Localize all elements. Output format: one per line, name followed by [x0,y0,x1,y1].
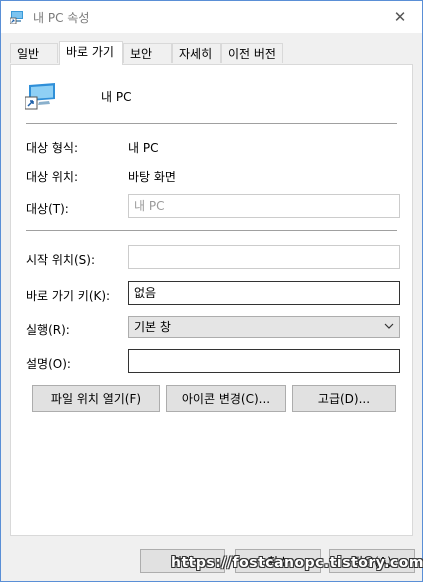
shortcut-name: 내 PC [101,90,132,104]
chevron-down-icon [384,323,394,329]
tab-previous-versions[interactable]: 이전 버전 [221,43,283,63]
title-bar[interactable]: 내 PC 속성 ✕ [1,1,422,33]
advanced-button[interactable]: 고급(D)... [292,385,396,412]
separator-middle [26,230,397,231]
target-type-value: 내 PC [128,141,159,155]
start-in-label: 시작 위치(S): [26,253,95,267]
start-in-field[interactable] [128,245,400,269]
tab-shortcut[interactable]: 바로 가기 [59,41,123,65]
run-label: 실행(R): [26,323,70,337]
tab-security[interactable]: 보안 [123,43,172,63]
target-field[interactable]: 내 PC [128,194,400,218]
pc-shortcut-icon [25,83,55,110]
target-label: 대상(T): [26,202,69,216]
target-type-label: 대상 형식: [26,141,79,155]
shortcut-key-field[interactable]: 없음 [128,281,400,305]
watermark-text: https://fostcanopc.tistory.com [171,555,423,571]
close-button[interactable]: ✕ [378,1,422,33]
open-file-location-button[interactable]: 파일 위치 열기(F) [32,385,160,412]
run-select[interactable]: 기본 창 [128,316,400,338]
change-icon-button[interactable]: 아이콘 변경(C)... [166,385,286,412]
run-select-value: 기본 창 [134,320,171,334]
comment-field[interactable] [128,349,400,373]
properties-window: 내 PC 속성 ✕ 일반 바로 가기 보안 자세히 이전 버전 내 PC 대상 … [0,0,423,582]
tab-general[interactable]: 일반 [10,43,58,63]
shortcut-key-label: 바로 가기 키(K): [26,289,111,303]
window-title: 내 PC 속성 [33,11,90,25]
target-location-label: 대상 위치: [26,170,79,184]
separator-top [26,123,397,124]
computer-icon [10,11,23,24]
target-location-value: 바탕 화면 [128,170,176,184]
close-icon: ✕ [393,8,407,26]
tab-details[interactable]: 자세히 [172,43,221,63]
comment-label: 설명(O): [26,357,71,371]
